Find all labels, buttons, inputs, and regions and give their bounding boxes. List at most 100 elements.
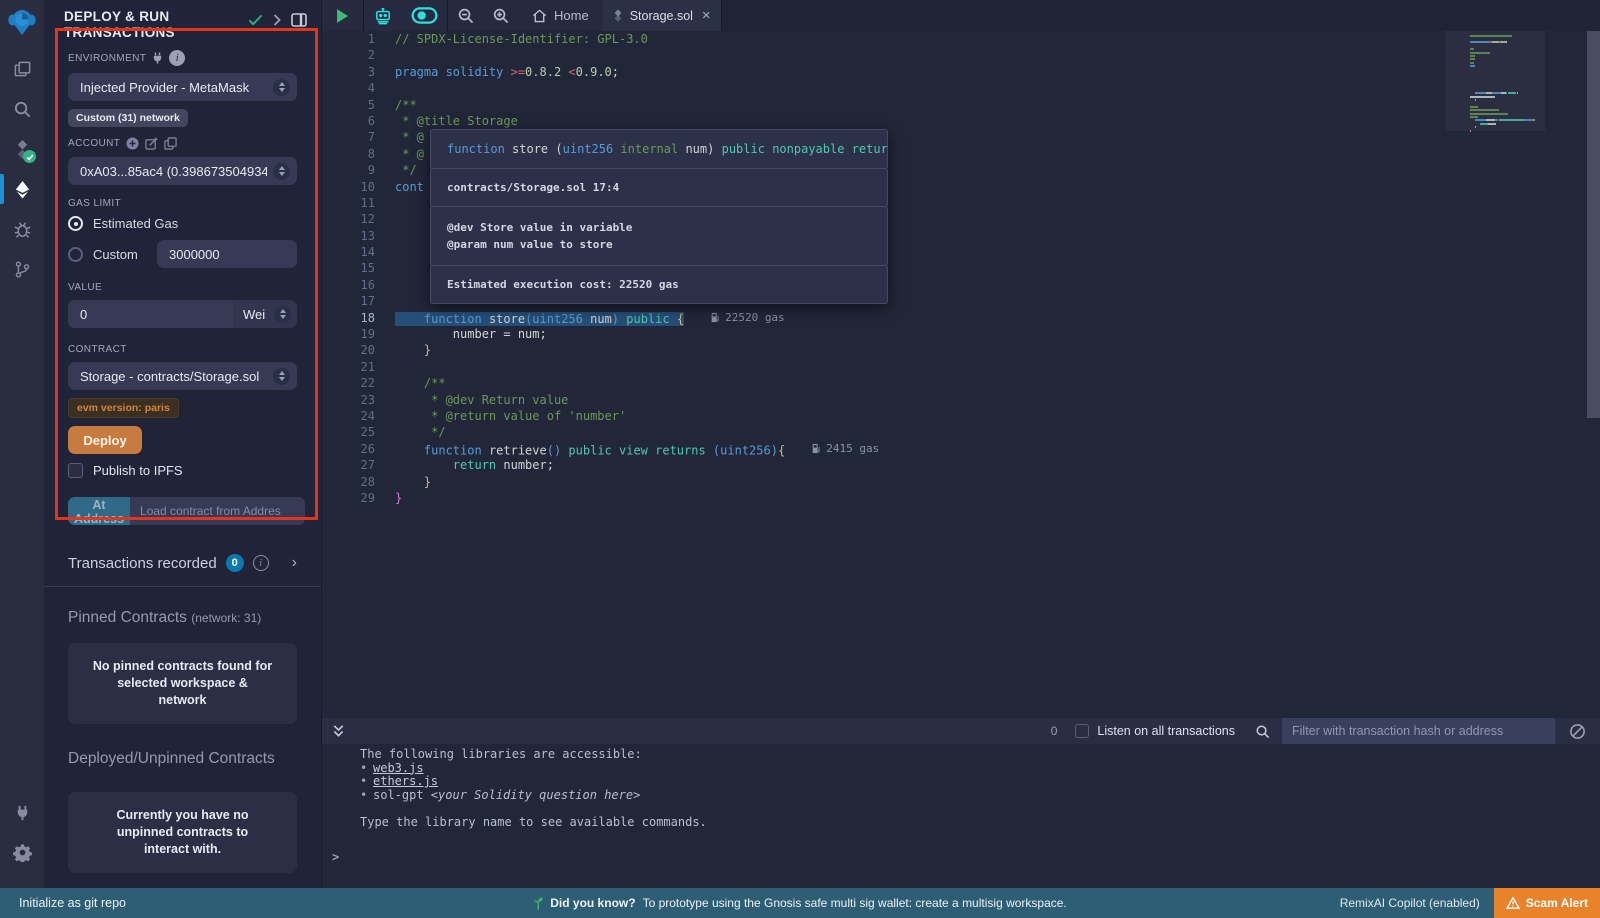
line-number: 8 <box>322 146 375 162</box>
copilot-status[interactable]: RemixAI Copilot (enabled) <box>1340 896 1480 910</box>
environment-select[interactable]: Injected Provider - MetaMask <box>68 73 297 101</box>
git-init-button[interactable]: Initialize as git repo <box>19 896 126 910</box>
code-line[interactable]: 1// SPDX-License-Identifier: GPL-3.0 <box>322 31 1600 47</box>
terminal-search-icon <box>1255 724 1270 739</box>
listen-all-checkbox[interactable] <box>1075 724 1089 738</box>
git-icon[interactable] <box>0 249 44 289</box>
editor-scrollbar[interactable] <box>1587 31 1600 418</box>
plugin-manager-icon[interactable] <box>0 792 44 832</box>
solidity-compiler-icon[interactable] <box>0 129 44 169</box>
tab-close-icon[interactable]: × <box>702 8 711 23</box>
code-line[interactable]: 27 return number; <box>322 457 1600 473</box>
add-account-icon[interactable] <box>126 137 139 150</box>
estimated-gas-radio[interactable] <box>68 216 83 231</box>
minimap[interactable] <box>1470 34 1560 132</box>
code-line[interactable]: 23 * @dev Return value <box>322 392 1600 408</box>
copy-account-icon[interactable] <box>164 137 177 150</box>
value-amount: 0 <box>80 307 87 322</box>
solidity-file-icon <box>613 9 623 22</box>
deploy-button[interactable]: Deploy <box>68 426 142 454</box>
code-line[interactable]: 2 <box>322 47 1600 63</box>
file-explorer-icon[interactable] <box>0 49 44 89</box>
copilot-toggle[interactable] <box>402 0 447 31</box>
zoom-out-icon[interactable] <box>448 0 483 31</box>
transactions-info-icon[interactable]: i <box>253 555 269 571</box>
tab-storage-sol[interactable]: Storage.sol × <box>603 0 722 31</box>
terminal-library-item: sol-gpt <your Solidity question here> <box>373 789 1600 803</box>
code-line[interactable]: 5/** <box>322 97 1600 113</box>
publish-ipfs-label: Publish to IPFS <box>93 463 183 478</box>
code-line[interactable]: 25 */ <box>322 424 1600 440</box>
code-line[interactable]: 19 number = num; <box>322 326 1600 342</box>
account-select[interactable]: 0xA03...85ac4 (0.398673504934 <box>68 157 297 185</box>
custom-gas-value: 3000000 <box>169 247 220 262</box>
listen-all-label: Listen on all transactions <box>1097 724 1235 738</box>
debugger-icon[interactable] <box>0 209 44 249</box>
select-stepper-icon <box>273 163 290 180</box>
web3-link[interactable]: web3.js <box>373 761 424 775</box>
terminal-prompt[interactable]: > <box>332 850 339 864</box>
custom-gas-radio[interactable] <box>68 247 83 262</box>
panel-chevron-right-icon[interactable] <box>273 14 281 26</box>
environment-value: Injected Provider - MetaMask <box>80 80 267 95</box>
code-line[interactable]: 6 * @title Storage <box>322 113 1600 129</box>
line-number: 23 <box>322 392 375 408</box>
transactions-expand-icon[interactable]: › <box>292 555 297 571</box>
code-line[interactable]: 3pragma solidity >=0.8.2 <0.9.0; <box>322 64 1600 80</box>
tooltip-cost: Estimated execution cost: 22520 gas <box>430 265 888 304</box>
account-value: 0xA03...85ac4 (0.398673504934 <box>80 164 267 179</box>
at-address-button[interactable]: At Address <box>68 497 130 525</box>
code-line[interactable]: 29} <box>322 490 1600 506</box>
code-line[interactable]: 22 /** <box>322 375 1600 391</box>
environment-label: ENVIRONMENT <box>68 53 146 64</box>
line-number: 28 <box>322 474 375 490</box>
contract-select[interactable]: Storage - contracts/Storage.sol <box>68 362 297 390</box>
value-input[interactable]: 0 <box>68 300 233 328</box>
plug-icon[interactable] <box>152 52 163 64</box>
environment-info-icon[interactable]: i <box>169 50 185 66</box>
tab-bar: Home Storage.sol × <box>322 0 1600 31</box>
remix-logo-icon[interactable] <box>7 7 37 37</box>
deploy-run-panel: DEPLOY & RUN TRANSACTIONS <box>44 0 322 888</box>
code-line[interactable]: 28 } <box>322 474 1600 490</box>
code-line[interactable]: 26 function retrieve() public view retur… <box>322 441 1600 457</box>
clear-console-icon[interactable] <box>1569 723 1586 740</box>
gas-limit-label: GAS LIMIT <box>68 198 121 209</box>
code-line[interactable]: 18 function store(uint256 num) public {2… <box>322 310 1600 326</box>
panel-title: DEPLOY & RUN TRANSACTIONS <box>64 9 214 41</box>
warning-triangle-icon <box>1506 897 1520 909</box>
home-tab[interactable]: Home <box>518 0 603 31</box>
line-number: 14 <box>322 244 375 260</box>
tooltip-location: contracts/Storage.sol 17:4 <box>430 168 888 207</box>
settings-gear-icon[interactable] <box>0 832 44 872</box>
code-line[interactable]: 20 } <box>322 342 1600 358</box>
sol-gpt-hint: <your Solidity question here> <box>431 788 641 802</box>
terminal-collapse-icon[interactable] <box>332 724 345 738</box>
custom-gas-input[interactable]: 3000000 <box>157 240 297 268</box>
terminal-library-item: ethers.js <box>373 775 1600 789</box>
at-address-input[interactable] <box>130 497 305 525</box>
pin-panel-icon[interactable] <box>291 13 307 27</box>
line-number: 12 <box>322 211 375 227</box>
zoom-in-icon[interactable] <box>483 0 518 31</box>
code-line[interactable]: 21 <box>322 359 1600 375</box>
code-editor[interactable]: 1// SPDX-License-Identifier: GPL-3.023pr… <box>322 31 1600 718</box>
contract-label: CONTRACT <box>68 344 127 355</box>
line-number: 1 <box>322 31 375 47</box>
line-number: 26 <box>322 441 375 457</box>
run-script-icon[interactable] <box>322 0 363 31</box>
terminal[interactable]: The following libraries are accessible: … <box>322 744 1600 888</box>
sign-message-icon[interactable] <box>145 137 158 150</box>
search-icon[interactable] <box>0 89 44 129</box>
line-number: 7 <box>322 129 375 145</box>
scam-alert-button[interactable]: Scam Alert <box>1494 888 1600 918</box>
ai-copilot-robot-icon[interactable] <box>364 0 402 31</box>
publish-ipfs-checkbox[interactable] <box>68 463 83 478</box>
deploy-run-icon[interactable] <box>0 169 44 209</box>
code-line[interactable]: 24 * @return value of 'number' <box>322 408 1600 424</box>
value-unit-select[interactable]: Wei <box>233 300 297 328</box>
value-label: VALUE <box>68 282 102 293</box>
terminal-filter-input[interactable] <box>1282 718 1555 744</box>
ethers-link[interactable]: ethers.js <box>373 774 438 788</box>
code-line[interactable]: 4 <box>322 80 1600 96</box>
